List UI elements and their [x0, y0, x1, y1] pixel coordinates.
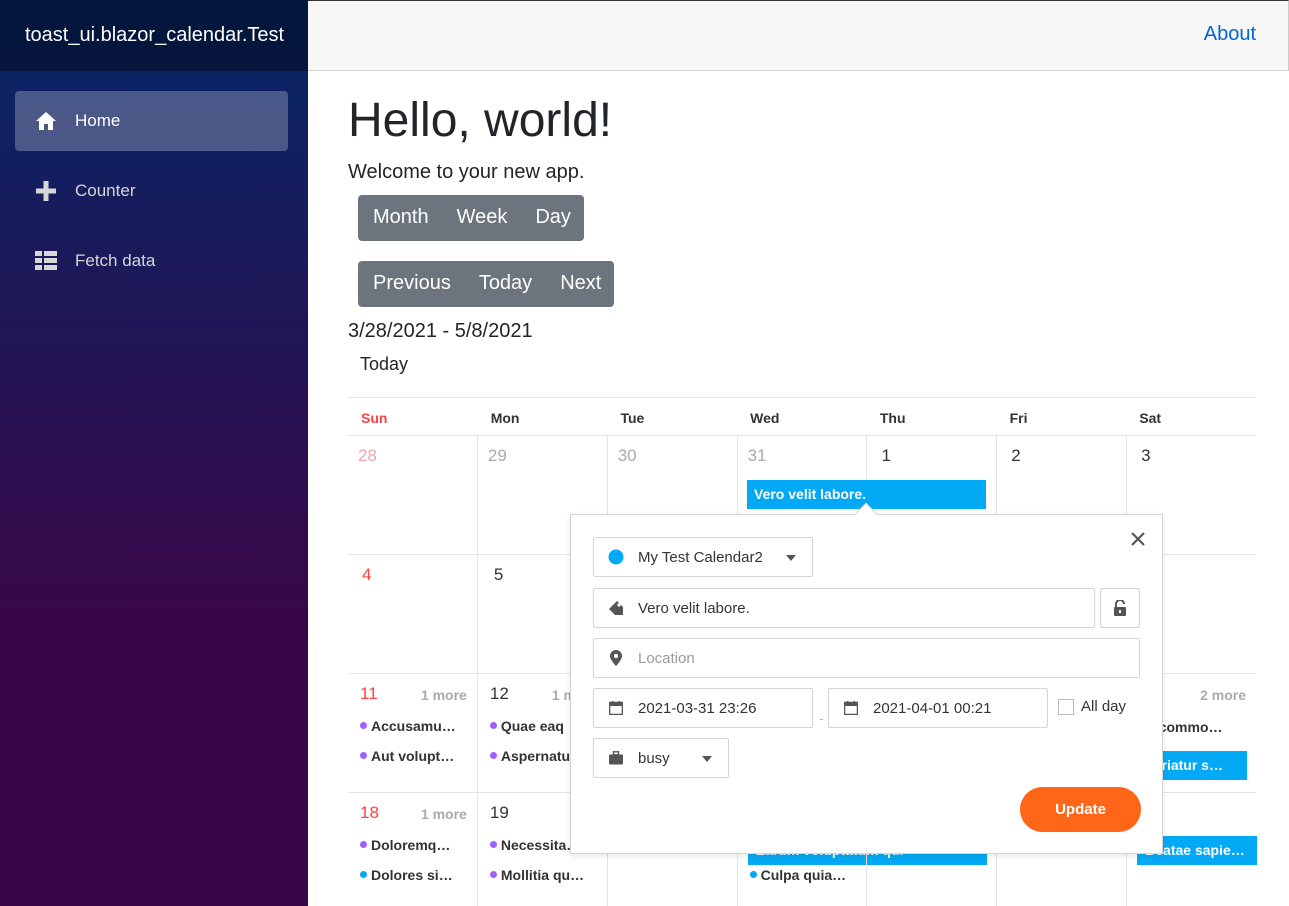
- weekday-label: Wed: [750, 410, 780, 426]
- nav-menu: Home Counter Fetch data: [0, 71, 308, 291]
- sidebar-item-fetch-data[interactable]: Fetch data: [15, 231, 288, 291]
- location-placeholder: Location: [638, 649, 695, 667]
- calendar-event[interactable]: Mollitia qu…: [488, 867, 597, 883]
- day-number: 1: [881, 446, 891, 465]
- start-date-field[interactable]: 2021-03-31 23:26: [593, 688, 813, 728]
- day-button[interactable]: Day: [520, 195, 584, 241]
- calendar-event[interactable]: Doloremq…: [358, 837, 467, 853]
- brand-bar: toast_ui.blazor_calendar.Test: [0, 0, 308, 71]
- weekday-header: Sun Mon Tue Wed Thu Fri Sat: [348, 397, 1256, 436]
- day-number: 30: [617, 446, 637, 465]
- calendar-event[interactable]: Accusamu…: [358, 718, 467, 734]
- home-icon: [33, 109, 58, 134]
- today-label: Today: [360, 353, 409, 374]
- state-select[interactable]: busy: [593, 738, 729, 778]
- calendar-icon: [608, 700, 624, 716]
- day-number: 29: [487, 446, 507, 465]
- sidebar-item-label: Home: [75, 111, 121, 130]
- week-button[interactable]: Week: [442, 195, 521, 241]
- close-icon: [1128, 532, 1148, 553]
- allday-checkbox[interactable]: [1058, 698, 1074, 715]
- end-date-value: 2021-04-01 00:21: [873, 699, 992, 717]
- title-value: Vero velit labore.: [638, 599, 750, 617]
- calendar-day[interactable]: 4: [348, 555, 477, 673]
- calendar-select[interactable]: My Test Calendar2: [593, 537, 813, 577]
- sidebar-item-label: Fetch data: [75, 251, 156, 270]
- title-field[interactable]: Vero velit labore.: [593, 588, 1095, 628]
- more-link[interactable]: 1 more: [421, 806, 467, 822]
- today-button[interactable]: Today: [464, 261, 545, 307]
- more-link[interactable]: 1 more: [421, 687, 467, 703]
- sidebar-item-label: Counter: [75, 181, 136, 200]
- view-button-group: Month Week Day: [358, 194, 584, 241]
- day-number: 18: [360, 803, 379, 822]
- calendar-day[interactable]: 18 1 more Doloremq… Dolores si…: [348, 793, 477, 906]
- page-title: Hello, world!: [348, 94, 613, 147]
- sidebar: toast_ui.blazor_calendar.Test Home Count…: [0, 0, 308, 906]
- previous-button[interactable]: Previous: [358, 261, 464, 307]
- weekday-label: Tue: [620, 410, 645, 426]
- calendar-day[interactable]: 11 1 more Accusamu… Aut volupt…: [348, 674, 477, 792]
- private-toggle[interactable]: [1100, 588, 1140, 628]
- event-detail-popup: My Test Calendar2 Vero velit labore. Loc…: [570, 514, 1163, 854]
- day-number: 5: [493, 565, 504, 584]
- next-button[interactable]: Next: [545, 261, 614, 307]
- top-row: About: [308, 0, 1289, 71]
- chevron-down-icon: [702, 756, 712, 762]
- welcome-text: Welcome to your new app.: [348, 160, 585, 183]
- day-number: 31: [747, 446, 767, 465]
- weekday-label: Sun: [361, 410, 388, 426]
- day-number: 11: [360, 684, 378, 703]
- date-range: 3/28/2021 - 5/8/2021: [348, 319, 533, 342]
- calendar-color-dot-icon: [608, 549, 624, 565]
- calendar-event[interactable]: Aut volupt…: [358, 748, 467, 764]
- unlock-icon: [1112, 600, 1128, 616]
- update-button[interactable]: Update: [1020, 787, 1141, 832]
- month-button[interactable]: Month: [358, 195, 442, 241]
- day-number: 12: [489, 684, 509, 703]
- app-brand[interactable]: toast_ui.blazor_calendar.Test: [25, 24, 284, 47]
- navigation-button-group: Previous Today Next: [358, 260, 615, 307]
- end-date-field[interactable]: 2021-04-01 00:21: [828, 688, 1048, 728]
- calendar-select-value: My Test Calendar2: [638, 548, 763, 566]
- more-link[interactable]: 2 more: [1200, 687, 1246, 703]
- state-value: busy: [638, 749, 670, 767]
- day-number: 2: [1011, 446, 1021, 465]
- list-icon: [33, 249, 58, 274]
- tag-icon: [608, 600, 624, 616]
- location-pin-icon: [608, 650, 624, 666]
- calendar-event[interactable]: Dolores si…: [358, 867, 467, 883]
- calendar-icon: [843, 700, 859, 716]
- sidebar-item-counter[interactable]: Counter: [15, 161, 288, 221]
- day-number: 28: [358, 446, 377, 465]
- day-number: 19: [489, 803, 509, 822]
- weekday-label: Fri: [1009, 410, 1028, 426]
- briefcase-icon: [608, 750, 624, 766]
- weekday-label: Mon: [490, 410, 520, 426]
- day-number: 4: [362, 565, 372, 584]
- start-date-value: 2021-03-31 23:26: [638, 699, 757, 717]
- weekday-label: Thu: [879, 410, 906, 426]
- location-field[interactable]: Location: [593, 638, 1140, 678]
- weekday-label: Sat: [1139, 410, 1162, 426]
- allday-label: All day: [1081, 698, 1127, 715]
- calendar-day[interactable]: 28: [348, 436, 477, 554]
- main-content: Hello, world! Welcome to your new app. M…: [348, 71, 1256, 375]
- close-button[interactable]: [1128, 529, 1148, 549]
- date-range-separator: -: [819, 710, 824, 726]
- day-number: 3: [1141, 446, 1151, 465]
- about-link[interactable]: About: [1204, 23, 1256, 46]
- calendar-event[interactable]: Culpa quia…: [748, 867, 857, 883]
- sidebar-item-home[interactable]: Home: [15, 91, 288, 151]
- allday-toggle[interactable]: All day: [1058, 698, 1126, 715]
- plus-icon: [33, 179, 58, 204]
- chevron-down-icon: [786, 555, 796, 561]
